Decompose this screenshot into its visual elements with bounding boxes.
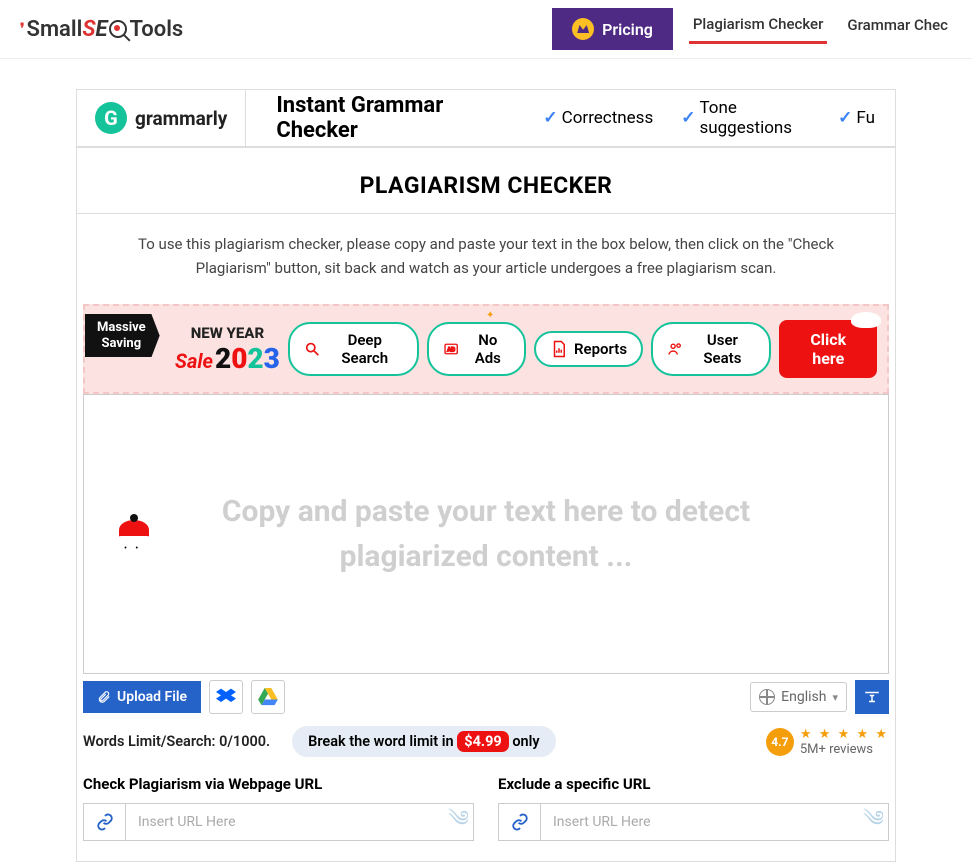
dropbox-button[interactable] <box>209 680 243 714</box>
logo-text-tools: Tools <box>129 17 183 42</box>
check-icon: ✓ <box>543 108 557 128</box>
exclude-url-input[interactable] <box>541 804 888 840</box>
wisp-icon: ༄ <box>448 794 469 856</box>
exclude-url-column: Exclude a specific URL ༄ <box>498 775 889 841</box>
check-url-input-wrap: ༄ <box>83 803 474 841</box>
google-drive-button[interactable] <box>251 680 285 714</box>
text-input-area[interactable]: Copy and paste your text here to detect … <box>83 394 889 674</box>
pill-user-seats[interactable]: User Seats <box>651 322 771 376</box>
ad-check-correctness: ✓Correctness <box>543 98 653 138</box>
exclude-url-label: Exclude a specific URL <box>498 775 889 793</box>
pricing-label: Pricing <box>602 20 653 39</box>
globe-icon <box>759 689 775 705</box>
nav-grammar-checker[interactable]: Grammar Chec <box>843 16 952 42</box>
dropbox-icon <box>216 688 236 706</box>
logo-text-e: E <box>95 17 107 42</box>
check-icon: ✓ <box>681 108 695 128</box>
reports-icon <box>550 340 568 358</box>
pill-deep-search[interactable]: Deep Search <box>288 322 419 376</box>
header: ❜ Small S E Tools Pricing Plagiarism Che… <box>0 0 972 59</box>
ad-banner[interactable]: G grammarly Instant Grammar Checker ✓Cor… <box>76 89 896 147</box>
gdrive-icon <box>258 688 278 706</box>
ad-check-tone: ✓Tone suggestions <box>681 98 810 138</box>
logo[interactable]: ❜ Small S E Tools <box>20 17 183 42</box>
crown-icon <box>572 18 594 40</box>
ad-logo: G grammarly <box>77 90 246 146</box>
text-width-icon <box>863 688 881 706</box>
check-url-label: Check Plagiarism via Webpage URL <box>83 775 474 793</box>
page-title: PLAGIARISM CHECKER <box>77 148 895 213</box>
url-section: Check Plagiarism via Webpage URL ༄ Exclu… <box>83 775 889 841</box>
exclude-url-input-wrap: ༄ <box>498 803 889 841</box>
info-row: Words Limit/Search: 0/1000. Break the wo… <box>77 726 895 757</box>
pill-no-ads[interactable]: AD No Ads <box>427 322 526 376</box>
language-select[interactable]: English ▾ <box>750 682 847 712</box>
ad-title: Instant Grammar Checker <box>246 93 543 143</box>
rating-score: 4.7 <box>766 728 794 756</box>
price-tag: $4.99 <box>457 731 508 752</box>
main-card: PLAGIARISM CHECKER To use this plagiaris… <box>76 147 896 862</box>
svg-text:AD: AD <box>447 347 455 354</box>
paperclip-icon <box>97 690 111 704</box>
stars-icon: ★ ★ ★ ★ ★ <box>800 727 889 742</box>
ad-checks: ✓Correctness ✓Tone suggestions ✓Fu <box>543 98 895 138</box>
wisp-icon: ༄ <box>863 794 884 856</box>
editor-placeholder: Copy and paste your text here to detect … <box>84 489 888 579</box>
check-icon: ✓ <box>838 108 852 128</box>
feather-icon: ❜ <box>20 21 25 37</box>
instructions: To use this plagiarism checker, please c… <box>77 213 895 304</box>
snow-icon <box>851 312 881 328</box>
check-url-input[interactable] <box>126 804 473 840</box>
click-here-button[interactable]: Click here <box>779 320 877 378</box>
newyear-sale: NEW YEAR Sale 2023 <box>175 324 280 375</box>
text-tool-button[interactable] <box>855 680 889 714</box>
chevron-down-icon: ▾ <box>832 691 838 704</box>
editor-toolbar: Upload File English ▾ <box>83 680 889 714</box>
reviews-count: 5M+ reviews <box>800 742 889 757</box>
logo-text-small: Small <box>27 17 83 42</box>
magnify-icon <box>109 20 127 38</box>
check-url-column: Check Plagiarism via Webpage URL ༄ <box>83 775 474 841</box>
pill-reports[interactable]: Reports <box>534 331 643 367</box>
search-icon <box>304 340 320 358</box>
logo-text-s: S <box>82 17 95 42</box>
break-limit-pill[interactable]: Break the word limit in $4.99 only <box>292 726 555 757</box>
rating-box[interactable]: 4.7 ★ ★ ★ ★ ★ 5M+ reviews <box>766 727 889 757</box>
no-ads-icon: AD <box>443 340 459 358</box>
santa-icon <box>112 520 156 568</box>
link-icon <box>84 804 126 840</box>
ad-check-fu: ✓Fu <box>838 98 875 138</box>
pricing-button[interactable]: Pricing <box>552 8 673 50</box>
nav-plagiarism-checker[interactable]: Plagiarism Checker <box>689 15 828 44</box>
ad-brand: grammarly <box>135 107 227 130</box>
link-icon <box>499 804 541 840</box>
massive-saving-badge: Massive Saving <box>83 314 160 357</box>
promo-strip: Massive Saving NEW YEAR Sale 2023 Deep S… <box>83 304 889 394</box>
users-icon <box>667 340 683 358</box>
upload-file-button[interactable]: Upload File <box>83 681 201 713</box>
words-limit: Words Limit/Search: 0/1000. <box>83 733 270 750</box>
grammarly-icon: G <box>95 102 127 134</box>
words-limit-group: Words Limit/Search: 0/1000. Break the wo… <box>83 726 556 757</box>
top-nav: Pricing Plagiarism Checker Grammar Chec <box>552 8 952 50</box>
